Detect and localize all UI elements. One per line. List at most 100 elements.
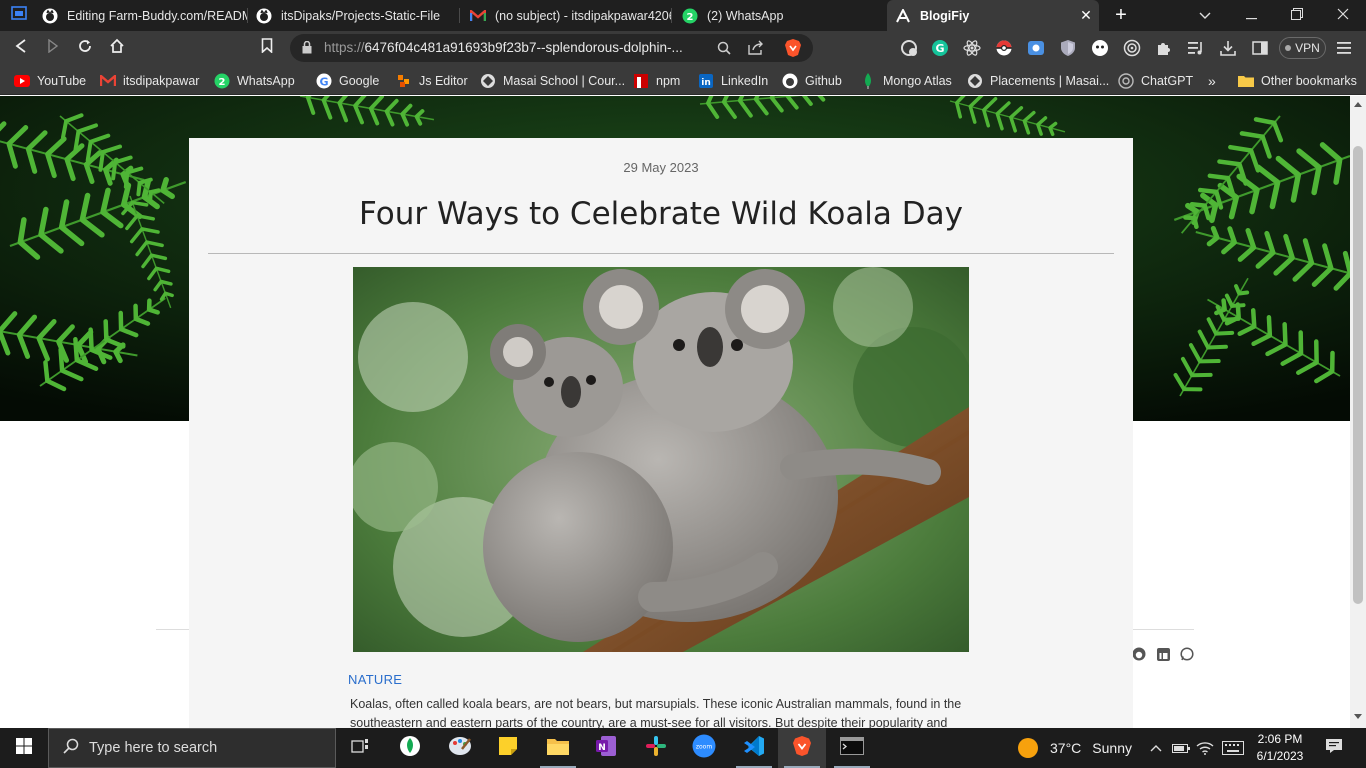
extension-icon[interactable] bbox=[899, 38, 919, 58]
tab-title: (2) WhatsApp bbox=[707, 8, 784, 23]
ghost-extension-icon[interactable] bbox=[1090, 38, 1110, 58]
bookmark-github[interactable]: Github bbox=[782, 72, 842, 89]
battery-icon[interactable] bbox=[1170, 728, 1192, 768]
other-bookmarks-folder[interactable]: Other bookmarks bbox=[1238, 72, 1357, 89]
react-devtools-icon[interactable] bbox=[962, 38, 982, 58]
minimize-button[interactable] bbox=[1228, 0, 1274, 31]
svg-text:G: G bbox=[935, 42, 944, 55]
tab-github-projects[interactable]: itsDipaks/Projects-Static-File bbox=[250, 0, 460, 31]
article-category-link[interactable]: NATURE bbox=[348, 672, 402, 687]
taskbar-vscode[interactable] bbox=[730, 728, 778, 768]
tab-blogifiy[interactable]: BlogiFiy ✕ bbox=[887, 0, 1099, 31]
bookmark-masai-school[interactable]: Masai School | Cour... bbox=[480, 72, 625, 89]
scroll-down-icon[interactable] bbox=[1354, 714, 1362, 719]
notifications-button[interactable] bbox=[1322, 728, 1346, 768]
menu-icon[interactable] bbox=[1334, 38, 1354, 58]
taskbar-sticky-notes[interactable] bbox=[484, 728, 532, 768]
pokeball-icon[interactable] bbox=[994, 38, 1014, 58]
task-view-button[interactable] bbox=[336, 728, 384, 768]
taskbar-file-explorer[interactable] bbox=[534, 728, 582, 768]
home-button[interactable] bbox=[104, 35, 130, 61]
reload-button[interactable] bbox=[72, 35, 98, 61]
tab-github-readme[interactable]: Editing Farm-Buddy.com/READM bbox=[38, 0, 248, 31]
bookmark-youtube[interactable]: YouTube bbox=[14, 72, 86, 89]
folder-icon bbox=[1238, 73, 1254, 89]
onenote-icon: N bbox=[595, 735, 617, 762]
article-card: 29 May 2023 Four Ways to Celebrate Wild … bbox=[189, 138, 1133, 728]
playlist-icon[interactable] bbox=[1186, 38, 1206, 58]
browser-toolbar: https://6476f04c481a91693b9f23b7--splend… bbox=[0, 31, 1366, 65]
mongodb-icon bbox=[399, 735, 421, 762]
bookmark-gmail[interactable]: itsdipakpawar bbox=[100, 72, 199, 89]
bookmark-whatsapp[interactable]: 2 WhatsApp bbox=[214, 72, 295, 89]
clock-date: 6/1/2023 bbox=[1256, 749, 1304, 763]
wifi-icon[interactable] bbox=[1194, 728, 1216, 768]
show-hidden-icons-button[interactable] bbox=[1146, 728, 1166, 768]
page-scrollbar[interactable] bbox=[1350, 96, 1366, 728]
taskbar-onenote[interactable]: N bbox=[582, 728, 630, 768]
bookmark-placements[interactable]: Placements | Masai... bbox=[967, 72, 1109, 89]
new-tab-button[interactable]: + bbox=[1099, 0, 1143, 31]
download-icon[interactable] bbox=[1218, 38, 1238, 58]
keyboard-icon[interactable] bbox=[1220, 728, 1246, 768]
reload-icon bbox=[77, 38, 93, 59]
taskbar-zoom[interactable]: zoom bbox=[680, 728, 728, 768]
tab-search-button[interactable] bbox=[0, 0, 38, 31]
github-footer-icon[interactable] bbox=[1131, 646, 1147, 662]
tab-whatsapp[interactable]: 2 (2) WhatsApp bbox=[674, 0, 884, 31]
scroll-up-icon[interactable] bbox=[1354, 102, 1362, 107]
vpn-button[interactable]: VPN bbox=[1279, 37, 1326, 59]
close-icon bbox=[1337, 7, 1349, 25]
terminal-icon bbox=[840, 736, 864, 760]
restore-button[interactable] bbox=[1274, 0, 1320, 31]
brave-shields-icon[interactable] bbox=[784, 38, 802, 63]
taskbar-search-box[interactable]: Type here to search bbox=[48, 728, 336, 768]
gmail-icon bbox=[100, 73, 116, 89]
tab-title: Editing Farm-Buddy.com/READM bbox=[67, 8, 248, 23]
share-icon[interactable] bbox=[748, 40, 764, 60]
close-tab-icon[interactable]: ✕ bbox=[1079, 8, 1093, 22]
more-bookmarks-button[interactable]: » bbox=[1208, 72, 1216, 89]
bookmark-npm[interactable]: npm bbox=[633, 72, 680, 89]
back-button[interactable] bbox=[8, 35, 34, 61]
linkedin-footer-icon[interactable] bbox=[1155, 646, 1171, 662]
lock-icon bbox=[302, 40, 312, 59]
taskbar-slack[interactable] bbox=[632, 728, 680, 768]
taskbar-terminal[interactable] bbox=[828, 728, 876, 768]
weather-condition: Sunny bbox=[1092, 740, 1132, 756]
extensions-puzzle-icon[interactable] bbox=[1154, 38, 1174, 58]
tab-title: itsDipaks/Projects-Static-File bbox=[281, 8, 441, 23]
zoom-icon[interactable] bbox=[717, 41, 731, 60]
sidebar-toggle-icon[interactable] bbox=[1250, 38, 1270, 58]
whatsapp-footer-icon[interactable] bbox=[1179, 646, 1195, 662]
title-divider bbox=[208, 253, 1114, 254]
scroll-thumb[interactable] bbox=[1353, 146, 1363, 604]
tab-gmail[interactable]: (no subject) - itsdipakpawar4206 bbox=[462, 0, 672, 31]
taskbar-mongodb-compass[interactable] bbox=[386, 728, 434, 768]
bookmark-linkedin[interactable]: in LinkedIn bbox=[698, 72, 768, 89]
screen-capture-icon[interactable] bbox=[1026, 38, 1046, 58]
close-window-button[interactable] bbox=[1320, 0, 1366, 31]
article-date: 29 May 2023 bbox=[623, 160, 699, 175]
shield-icon[interactable] bbox=[1058, 38, 1078, 58]
start-button[interactable] bbox=[0, 728, 48, 768]
site-logo-icon bbox=[895, 8, 911, 24]
bookmark-google[interactable]: G Google bbox=[316, 72, 379, 89]
weather-widget[interactable]: 37°C Sunny bbox=[1018, 728, 1132, 768]
bookmark-mongo-atlas[interactable]: Mongo Atlas bbox=[860, 72, 952, 89]
address-bar[interactable]: https://6476f04c481a91693b9f23b7--splend… bbox=[290, 34, 813, 62]
url-scheme: https:// bbox=[324, 40, 365, 55]
article-title: Four Ways to Celebrate Wild Koala Day bbox=[359, 196, 963, 232]
tab-list-button[interactable] bbox=[1182, 0, 1228, 31]
globe-icon bbox=[967, 73, 983, 89]
target-extension-icon[interactable] bbox=[1122, 38, 1142, 58]
bookmark-chatgpt[interactable]: ChatGPT bbox=[1118, 72, 1193, 89]
forward-button[interactable] bbox=[40, 35, 66, 61]
taskbar-brave[interactable] bbox=[778, 728, 826, 768]
tab-strip: Editing Farm-Buddy.com/READM itsDipaks/P… bbox=[0, 0, 1366, 31]
taskbar-paint[interactable] bbox=[436, 728, 484, 768]
bookmark-page-button[interactable] bbox=[254, 35, 280, 61]
system-clock[interactable]: 2:06 PM 6/1/2023 bbox=[1248, 731, 1312, 765]
grammarly-icon[interactable]: G bbox=[930, 38, 950, 58]
bookmark-js-editor[interactable]: Js Editor bbox=[396, 72, 468, 89]
